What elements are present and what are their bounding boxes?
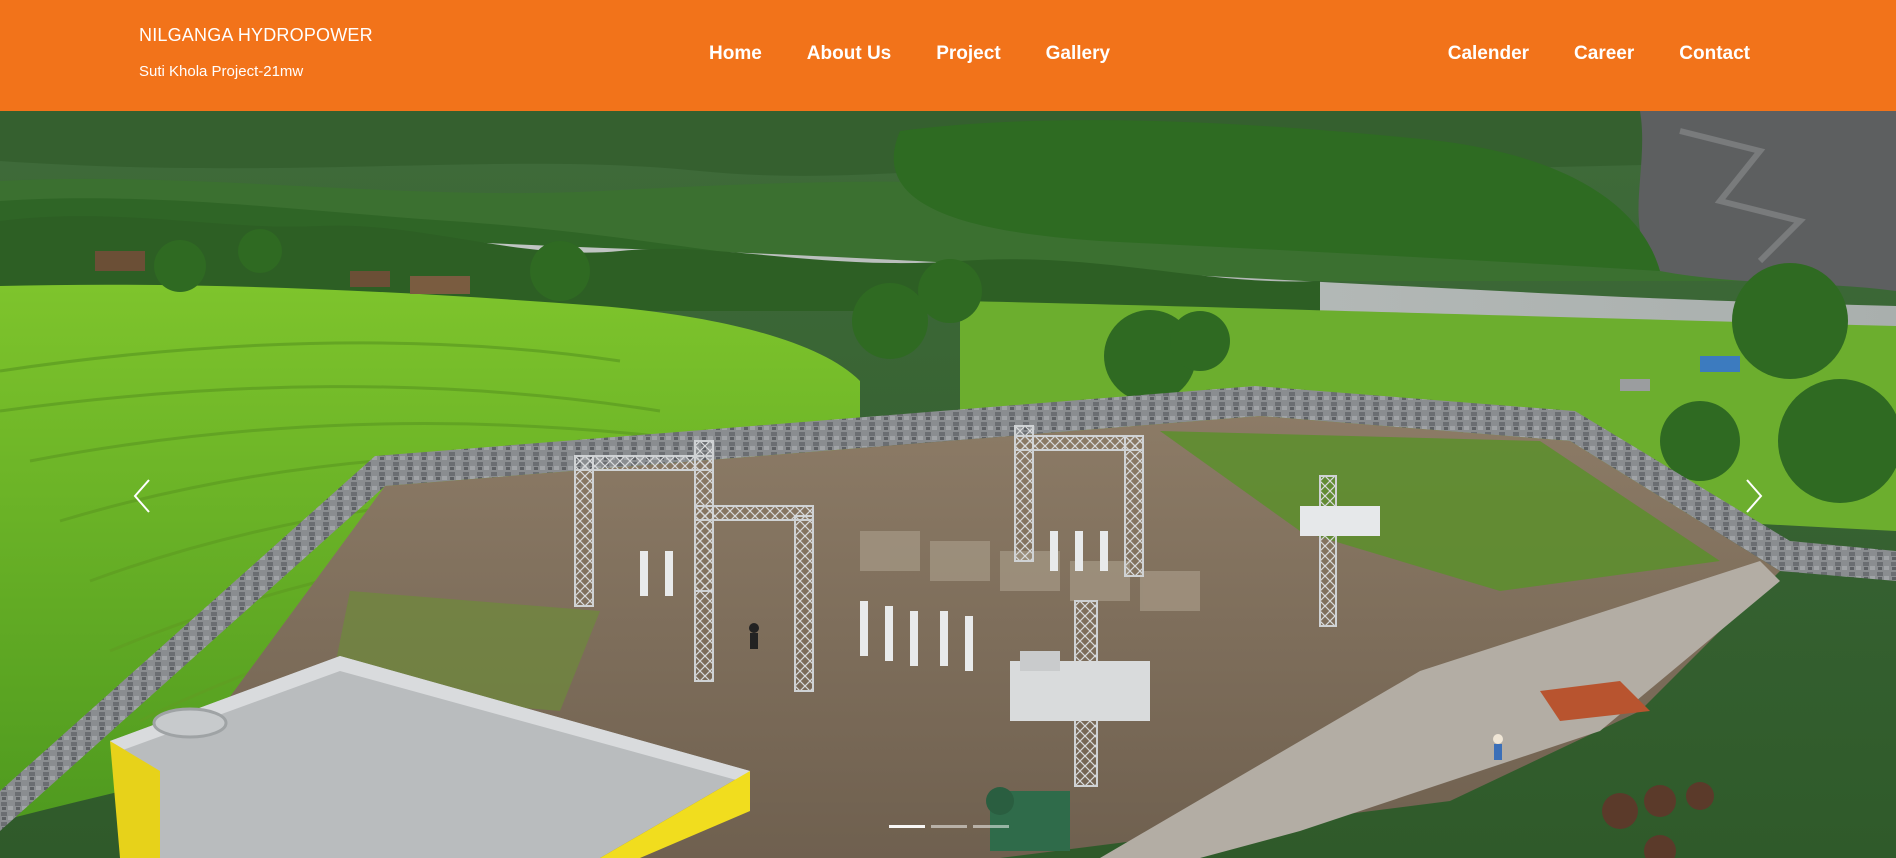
carousel-prev-button[interactable] [122, 466, 162, 526]
brand-subtitle: Suti Khola Project-21mw [139, 63, 304, 80]
brand[interactable]: NILGANGA HYDROPOWER Suti Khola Project-2… [139, 24, 373, 81]
chevron-left-icon [133, 479, 150, 513]
chevron-right-icon [1746, 479, 1763, 513]
secondary-nav: Calender Career Contact [1403, 42, 1750, 66]
carousel-next-button[interactable] [1734, 466, 1774, 526]
navbar: NILGANGA HYDROPOWER Suti Khola Project-2… [0, 0, 1896, 111]
nav-about-us[interactable]: About Us [807, 42, 891, 66]
carousel-indicator-1[interactable] [889, 825, 925, 828]
hero-carousel [0, 111, 1896, 858]
nav-home[interactable]: Home [709, 42, 762, 66]
nav-career[interactable]: Career [1574, 42, 1634, 66]
carousel-indicators [886, 825, 1012, 828]
hero-image [0, 111, 1896, 858]
nav-contact[interactable]: Contact [1679, 42, 1750, 66]
brand-title[interactable]: NILGANGA HYDROPOWER [139, 24, 373, 46]
nav-calender[interactable]: Calender [1448, 42, 1529, 66]
carousel-indicator-2[interactable] [931, 825, 967, 828]
carousel-indicator-3[interactable] [973, 825, 1009, 828]
nav-project[interactable]: Project [936, 42, 1000, 66]
nav-gallery[interactable]: Gallery [1046, 42, 1110, 66]
main-nav: Home About Us Project Gallery [709, 42, 1155, 66]
page: NILGANGA HYDROPOWER Suti Khola Project-2… [0, 0, 1896, 858]
